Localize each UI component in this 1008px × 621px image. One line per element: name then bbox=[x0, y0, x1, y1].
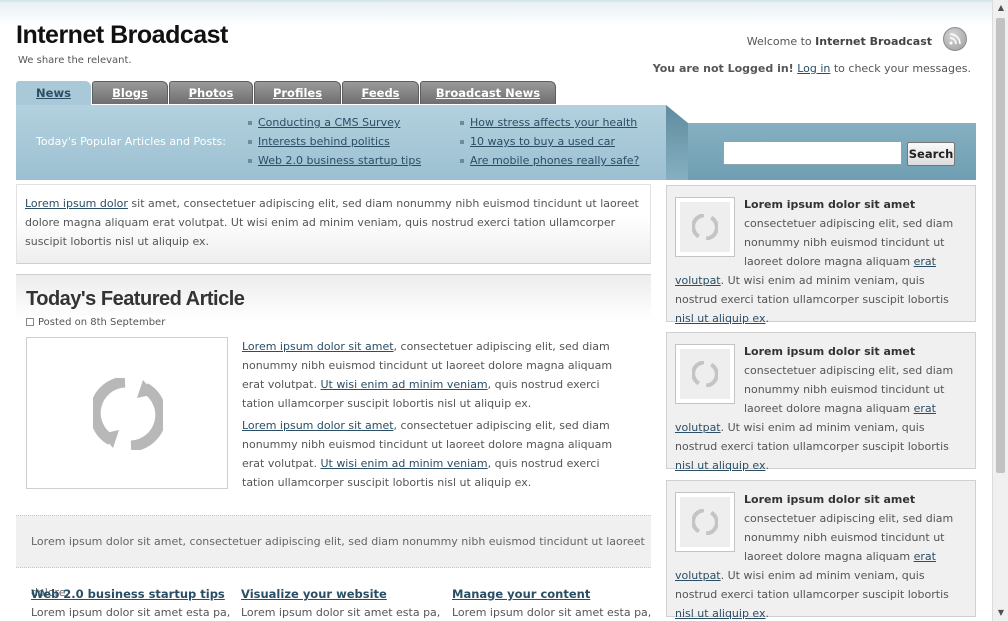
login-suffix: to check your messages. bbox=[830, 62, 971, 75]
site-tagline: We share the relevant. bbox=[18, 55, 132, 66]
posted-date: Posted on 8th September bbox=[26, 317, 165, 328]
list-item: Conducting a CMS Survey bbox=[248, 113, 421, 132]
list-item: How stress affects your health bbox=[460, 113, 639, 132]
list-item: 10 ways to buy a used car bbox=[460, 132, 639, 151]
popular-link[interactable]: How stress affects your health bbox=[470, 116, 637, 129]
card-thumbnail bbox=[675, 344, 735, 404]
popular-link[interactable]: 10 ways to buy a used car bbox=[470, 135, 615, 148]
scrollbar-thumb[interactable] bbox=[996, 18, 1005, 473]
column-heading: Manage your content bbox=[452, 587, 652, 601]
intro-box: Lorem ipsum dolor sit amet, consectetuer… bbox=[16, 184, 651, 264]
login-status-text: You are not Logged in! bbox=[652, 62, 794, 75]
login-status: You are not Logged in! Log in to check y… bbox=[653, 62, 971, 75]
sidebar-card: Lorem ipsum dolor sit amet consectetuer … bbox=[666, 185, 976, 325]
featured-link[interactable]: Ut wisi enim ad minim veniam bbox=[320, 457, 487, 470]
sidebar-card: Lorem ipsum dolor sit amet consectetuer … bbox=[666, 480, 976, 620]
calendar-icon bbox=[26, 318, 34, 326]
featured-body: Lorem ipsum dolor sit amet, consectetuer… bbox=[242, 337, 634, 495]
card-thumbnail bbox=[675, 197, 735, 257]
featured-article: Today's Featured Article Posted on 8th S… bbox=[16, 274, 651, 504]
bottom-column: Web 2.0 business startup tips Lorem ipsu… bbox=[31, 587, 231, 619]
featured-image bbox=[26, 337, 228, 489]
loading-refresh-icon bbox=[692, 509, 718, 535]
scroll-down-arrow-icon[interactable]: ▼ bbox=[993, 605, 1008, 621]
scroll-up-arrow-icon[interactable]: ▲ bbox=[993, 0, 1008, 16]
card-thumbnail bbox=[675, 492, 735, 552]
welcome-site-name: Internet Broadcast bbox=[815, 35, 932, 48]
popular-link[interactable]: Interests behind politics bbox=[258, 135, 390, 148]
popular-link[interactable]: Conducting a CMS Survey bbox=[258, 116, 400, 129]
list-item: Interests behind politics bbox=[248, 132, 421, 151]
column-title-link[interactable]: Visualize your website bbox=[241, 587, 387, 601]
list-item: Are mobile phones really safe? bbox=[460, 151, 639, 170]
featured-link[interactable]: Ut wisi enim ad minim veniam bbox=[320, 378, 487, 391]
login-link[interactable]: Log in bbox=[797, 62, 830, 75]
popular-links-right: How stress affects your health 10 ways t… bbox=[460, 113, 639, 170]
column-heading: Visualize your website bbox=[241, 587, 441, 601]
featured-title: Today's Featured Article bbox=[26, 288, 245, 310]
site-title: Internet Broadcast bbox=[16, 21, 228, 49]
card-link[interactable]: nisl ut aliquip ex bbox=[675, 312, 766, 325]
search-input[interactable] bbox=[723, 141, 902, 165]
summary-strip: Lorem ipsum dolor sit amet, consectetuer… bbox=[16, 515, 651, 599]
featured-link[interactable]: Lorem ipsum dolor sit amet bbox=[242, 419, 394, 432]
popular-links-left: Conducting a CMS Survey Interests behind… bbox=[248, 113, 421, 170]
loading-refresh-icon bbox=[93, 378, 163, 450]
popular-link[interactable]: Are mobile phones really safe? bbox=[470, 154, 639, 167]
welcome-prefix: Welcome to bbox=[746, 35, 816, 48]
card-link[interactable]: nisl ut aliquip ex bbox=[675, 459, 766, 472]
tab-profiles[interactable]: Profiles bbox=[254, 81, 341, 104]
tab-blogs[interactable]: Blogs bbox=[92, 81, 168, 104]
column-title-link[interactable]: Web 2.0 business startup tips bbox=[31, 587, 225, 601]
card-text: . bbox=[765, 607, 770, 620]
search-button[interactable]: Search bbox=[907, 142, 955, 166]
card-text: . bbox=[765, 459, 770, 472]
list-item: Web 2.0 business startup tips bbox=[248, 151, 421, 170]
tab-news[interactable]: News bbox=[16, 81, 91, 106]
featured-paragraph: Lorem ipsum dolor sit amet, consectetuer… bbox=[242, 416, 634, 492]
popular-link[interactable]: Web 2.0 business startup tips bbox=[258, 154, 421, 167]
band-divider-shape bbox=[666, 105, 688, 180]
bottom-column: Visualize your website Lorem ipsum dolor… bbox=[241, 587, 441, 619]
popular-label: Today's Popular Articles and Posts: bbox=[36, 135, 226, 148]
tab-feeds[interactable]: Feeds bbox=[342, 81, 419, 104]
intro-link[interactable]: Lorem ipsum dolor bbox=[25, 197, 128, 210]
welcome-message: Welcome to Internet Broadcast bbox=[747, 35, 932, 48]
column-text: Lorem ipsum dolor sit amet esta pa, bbox=[241, 606, 441, 619]
loading-refresh-icon bbox=[692, 361, 718, 387]
card-link[interactable]: nisl ut aliquip ex bbox=[675, 607, 766, 620]
posted-text: Posted on 8th September bbox=[38, 317, 166, 328]
column-text: Lorem ipsum dolor sit amet esta pa, bbox=[31, 606, 231, 619]
card-text: . bbox=[765, 312, 770, 325]
bottom-column: Manage your content Lorem ipsum dolor si… bbox=[452, 587, 652, 619]
loading-refresh-icon bbox=[692, 214, 718, 240]
tab-photos[interactable]: Photos bbox=[169, 81, 253, 104]
column-heading: Web 2.0 business startup tips bbox=[31, 587, 231, 601]
featured-link[interactable]: Lorem ipsum dolor sit amet bbox=[242, 340, 394, 353]
column-text: Lorem ipsum dolor sit amet esta pa, bbox=[452, 606, 652, 619]
rss-feed-icon[interactable] bbox=[943, 27, 967, 51]
popular-articles-band: Today's Popular Articles and Posts: Cond… bbox=[16, 105, 666, 180]
column-title-link[interactable]: Manage your content bbox=[452, 587, 590, 601]
sidebar-card: Lorem ipsum dolor sit amet consectetuer … bbox=[666, 332, 976, 472]
featured-paragraph: Lorem ipsum dolor sit amet, consectetuer… bbox=[242, 337, 634, 413]
vertical-scrollbar[interactable]: ▲ ▼ bbox=[992, 0, 1008, 621]
tab-broadcast-news[interactable]: Broadcast News bbox=[420, 81, 556, 104]
